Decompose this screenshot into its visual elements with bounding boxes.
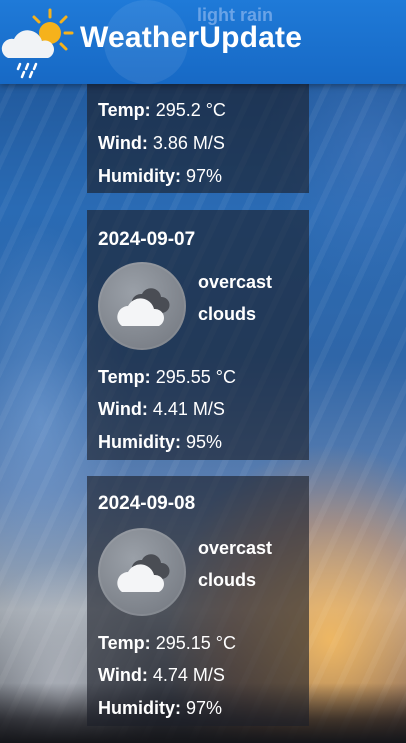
wind-row: Wind: 4.41 M/S bbox=[98, 398, 225, 420]
humidity-value: 97% bbox=[186, 166, 223, 186]
wind-row: Wind: 4.74 M/S bbox=[98, 664, 225, 686]
forecast-card: 2024-09-08 overcast clouds Temp: 295.15 … bbox=[87, 476, 309, 726]
wind-value: 4.74 M/S bbox=[152, 665, 225, 685]
wind-row: Wind: 3.86 M/S bbox=[98, 132, 225, 154]
temp-row: Temp: 295.2 °C bbox=[98, 99, 226, 121]
description-line: clouds bbox=[198, 570, 257, 590]
wind-value: 4.41 M/S bbox=[152, 399, 225, 419]
temp-value: 295.15 °C bbox=[155, 633, 236, 653]
sun-cloud-rain-icon bbox=[1, 8, 74, 79]
wind-label: Wind: bbox=[98, 133, 148, 153]
overcast-clouds-icon bbox=[98, 262, 186, 350]
wind-label: Wind: bbox=[98, 665, 148, 685]
temp-label: Temp: bbox=[98, 633, 151, 653]
humidity-label: Humidity: bbox=[98, 432, 181, 452]
description-line: overcast bbox=[198, 272, 273, 292]
description-line: clouds bbox=[198, 304, 257, 324]
humidity-row: Humidity: 97% bbox=[98, 697, 222, 719]
forecast-date: 2024-09-07 bbox=[98, 229, 196, 250]
temp-row: Temp: 295.15 °C bbox=[98, 632, 236, 654]
humidity-row: Humidity: 97% bbox=[98, 165, 222, 187]
humidity-row: Humidity: 95% bbox=[98, 431, 222, 453]
humidity-label: Humidity: bbox=[98, 698, 181, 718]
rain-cloud-icon bbox=[104, 0, 188, 84]
humidity-label: Humidity: bbox=[98, 166, 181, 186]
temp-label: Temp: bbox=[98, 100, 151, 120]
temp-label: Temp: bbox=[98, 367, 151, 387]
humidity-value: 97% bbox=[186, 698, 223, 718]
weather-description: light rain bbox=[197, 5, 273, 25]
wind-value: 3.86 M/S bbox=[152, 133, 225, 153]
temp-row: Temp: 295.55 °C bbox=[98, 366, 236, 388]
weather-description: overcast clouds bbox=[198, 266, 298, 330]
forecast-date: 2024-09-08 bbox=[98, 493, 196, 514]
overcast-clouds-icon bbox=[98, 528, 186, 616]
forecast-card: 2024-09-07 overcast clouds Temp: 295.55 … bbox=[87, 210, 309, 460]
weather-description: overcast clouds bbox=[198, 532, 298, 596]
description-line: overcast bbox=[198, 538, 273, 558]
humidity-value: 95% bbox=[186, 432, 223, 452]
temp-value: 295.2 °C bbox=[155, 100, 226, 120]
temp-value: 295.55 °C bbox=[155, 367, 236, 387]
wind-label: Wind: bbox=[98, 399, 148, 419]
